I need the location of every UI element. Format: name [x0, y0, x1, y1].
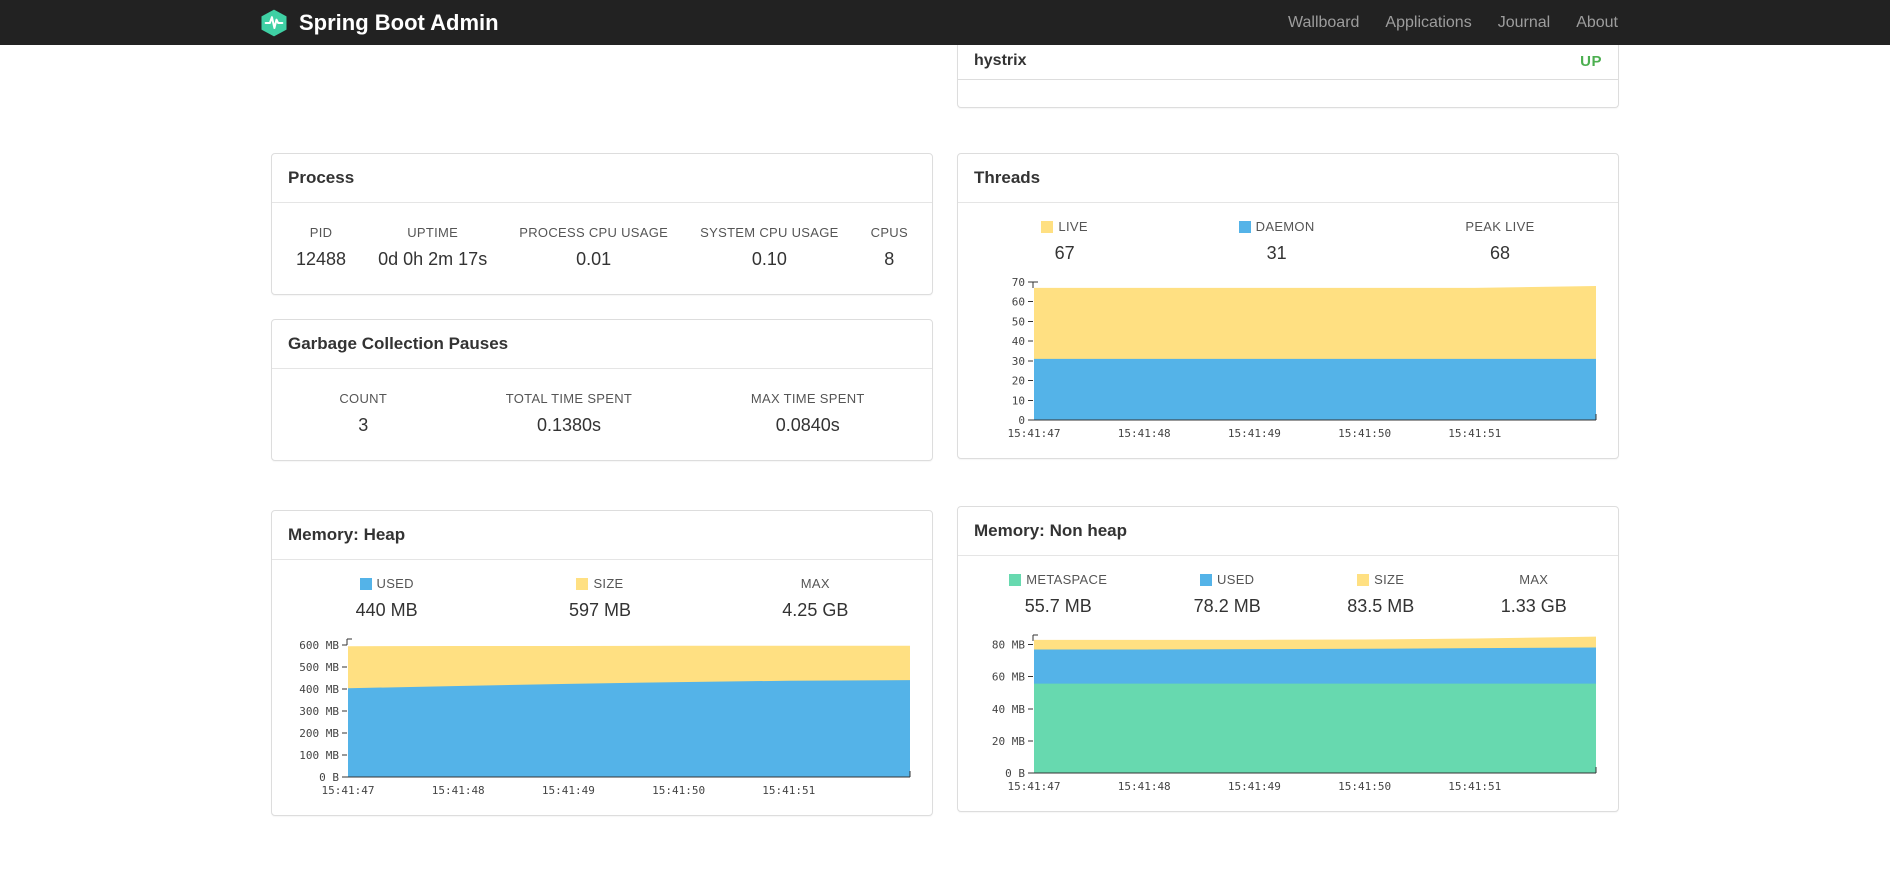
legend-nonheap-metaspace: METASPACE 55.7 MB — [1009, 572, 1107, 617]
svg-text:30: 30 — [1012, 355, 1025, 368]
nav-wallboard[interactable]: Wallboard — [1275, 14, 1372, 32]
legend-heap-max: MAX 4.25 GB — [782, 576, 849, 620]
spring-boot-admin-logo-icon — [261, 9, 287, 36]
svg-text:100 MB: 100 MB — [299, 749, 339, 762]
nav-applications[interactable]: Applications — [1372, 14, 1484, 32]
memory-heap-panel: Memory: Heap USED 440 MB SIZE 597 MB MAX… — [271, 510, 933, 816]
svg-text:15:41:51: 15:41:51 — [762, 784, 815, 797]
metric-process-cpu-usage: PROCESS CPU USAGE 0.01 — [519, 225, 669, 269]
legend-nonheap-max: MAX 1.33 GB — [1500, 572, 1567, 616]
svg-text:20 MB: 20 MB — [992, 735, 1025, 748]
brand[interactable]: Spring Boot Admin — [259, 8, 499, 38]
svg-text:15:41:49: 15:41:49 — [542, 784, 595, 797]
metric-gc-max-time-spent: MAX TIME SPENT 0.0840s — [750, 391, 865, 435]
svg-text:20: 20 — [1012, 375, 1025, 388]
legend-nonheap-size: SIZE 83.5 MB — [1347, 572, 1415, 616]
legend-threads-daemon: DAEMON 31 — [1238, 219, 1315, 264]
memory-heap-legend: USED 440 MB SIZE 597 MB MAX 4.25 GB — [272, 560, 932, 629]
svg-text:15:41:47: 15:41:47 — [322, 784, 375, 797]
nav-journal[interactable]: Journal — [1485, 14, 1563, 32]
metric-pid: PID 12488 — [296, 225, 347, 269]
svg-text:15:41:51: 15:41:51 — [1448, 427, 1501, 440]
svg-text:0: 0 — [1018, 414, 1025, 427]
svg-text:40 MB: 40 MB — [992, 703, 1025, 716]
svg-text:15:41:47: 15:41:47 — [1008, 780, 1061, 793]
threads-legend: LIVE 67 DAEMON 31 PEAK LIVE 68 — [958, 203, 1618, 272]
svg-text:0 B: 0 B — [319, 771, 339, 784]
svg-text:10: 10 — [1012, 394, 1025, 407]
metric-system-cpu-usage: SYSTEM CPU USAGE 0.10 — [700, 225, 839, 269]
nonheap-used-swatch — [1200, 573, 1213, 586]
svg-text:15:41:50: 15:41:50 — [1338, 427, 1391, 440]
svg-text:15:41:50: 15:41:50 — [1338, 780, 1391, 793]
content-container: Process PID 12488 UPTIME 0d 0h 2m 17s PR… — [271, 45, 1619, 816]
metric-gc-total-time-spent: TOTAL TIME SPENT 0.1380s — [505, 391, 633, 435]
navbar: Spring Boot Admin Wallboard Applications… — [0, 0, 1890, 45]
legend-nonheap-used: USED 78.2 MB — [1193, 572, 1261, 616]
legend-heap-size: SIZE 597 MB — [568, 576, 632, 620]
threads-chart: 70 60 50 40 30 20 10 0 15:41:47 15:41:48 15:41:49 1… — [972, 276, 1604, 446]
applications-panel: hystrix UP — [957, 45, 1619, 108]
svg-text:0 B: 0 B — [1005, 767, 1025, 780]
svg-text:50: 50 — [1012, 315, 1025, 328]
application-status-badge: UP — [1580, 52, 1602, 70]
memory-non-heap-panel-title: Memory: Non heap — [958, 507, 1618, 556]
legend-heap-used: USED 440 MB — [355, 576, 418, 620]
heap-used-swatch — [359, 577, 372, 590]
threads-panel: Threads LIVE 67 DAEMON 31 PEAK LIVE 68 7… — [957, 153, 1619, 459]
gc-metrics: COUNT 3 TOTAL TIME SPENT 0.1380s MAX TIM… — [272, 369, 932, 460]
content-grid: Process PID 12488 UPTIME 0d 0h 2m 17s PR… — [271, 45, 1619, 816]
legend-threads-live: LIVE 67 — [1041, 219, 1088, 264]
metric-gc-count: COUNT 3 — [339, 391, 388, 435]
svg-text:15:41:49: 15:41:49 — [1228, 427, 1281, 440]
nav-about[interactable]: About — [1563, 14, 1631, 32]
memory-non-heap-legend: METASPACE 55.7 MB USED 78.2 MB SIZE 83.5… — [958, 556, 1618, 625]
threads-live-swatch — [1041, 220, 1054, 233]
gc-panel: Garbage Collection Pauses COUNT 3 TOTAL … — [271, 319, 933, 461]
svg-text:60: 60 — [1012, 296, 1025, 309]
threads-daemon-swatch — [1238, 220, 1251, 233]
metric-uptime: UPTIME 0d 0h 2m 17s — [378, 225, 488, 269]
svg-text:80 MB: 80 MB — [992, 639, 1025, 652]
svg-text:15:41:47: 15:41:47 — [1008, 427, 1061, 440]
navbar-links: Wallboard Applications Journal About — [1275, 14, 1631, 32]
application-row: hystrix UP — [958, 45, 1618, 80]
svg-text:15:41:48: 15:41:48 — [1118, 780, 1171, 793]
application-name[interactable]: hystrix — [974, 52, 1026, 70]
svg-text:15:41:51: 15:41:51 — [1448, 780, 1501, 793]
left-column: Process PID 12488 UPTIME 0d 0h 2m 17s PR… — [271, 45, 933, 816]
svg-text:300 MB: 300 MB — [299, 705, 339, 718]
page: Spring Boot Admin Wallboard Applications… — [0, 0, 1890, 892]
right-column: hystrix UP Threads LIVE 67 DAEMON 31 PEA… — [957, 45, 1619, 816]
svg-text:15:41:48: 15:41:48 — [1118, 427, 1171, 440]
gc-panel-title: Garbage Collection Pauses — [272, 320, 932, 369]
svg-text:15:41:50: 15:41:50 — [652, 784, 705, 797]
svg-text:70: 70 — [1012, 276, 1025, 289]
process-panel: Process PID 12488 UPTIME 0d 0h 2m 17s PR… — [271, 153, 933, 295]
memory-heap-panel-title: Memory: Heap — [272, 511, 932, 560]
svg-text:40: 40 — [1012, 335, 1025, 348]
navbar-inner: Spring Boot Admin Wallboard Applications… — [259, 0, 1631, 45]
threads-panel-title: Threads — [958, 154, 1618, 203]
non-heap-memory-chart: 80 MB 60 MB 40 MB 20 MB 0 B 15:41:47 15:41:48 1… — [972, 629, 1604, 799]
process-panel-title: Process — [272, 154, 932, 203]
heap-memory-chart: 600 MB 500 MB 400 MB 300 MB 200 MB 100 MB 0 B1… — [286, 633, 918, 803]
svg-text:15:41:48: 15:41:48 — [432, 784, 485, 797]
nonheap-size-swatch — [1357, 573, 1370, 586]
svg-text:500 MB: 500 MB — [299, 661, 339, 674]
legend-threads-peak-live: PEAK LIVE 68 — [1465, 219, 1535, 263]
nonheap-metaspace-swatch — [1009, 573, 1022, 586]
svg-text:200 MB: 200 MB — [299, 727, 339, 740]
svg-text:15:41:49: 15:41:49 — [1228, 780, 1281, 793]
brand-title: Spring Boot Admin — [299, 9, 499, 35]
svg-text:60 MB: 60 MB — [992, 671, 1025, 684]
svg-text:600 MB: 600 MB — [299, 639, 339, 652]
process-metrics: PID 12488 UPTIME 0d 0h 2m 17s PROCESS CP… — [272, 203, 932, 294]
svg-text:400 MB: 400 MB — [299, 683, 339, 696]
heap-size-swatch — [576, 577, 589, 590]
metric-cpus: CPUS 8 — [870, 225, 908, 269]
memory-non-heap-panel: Memory: Non heap METASPACE 55.7 MB USED … — [957, 506, 1619, 812]
